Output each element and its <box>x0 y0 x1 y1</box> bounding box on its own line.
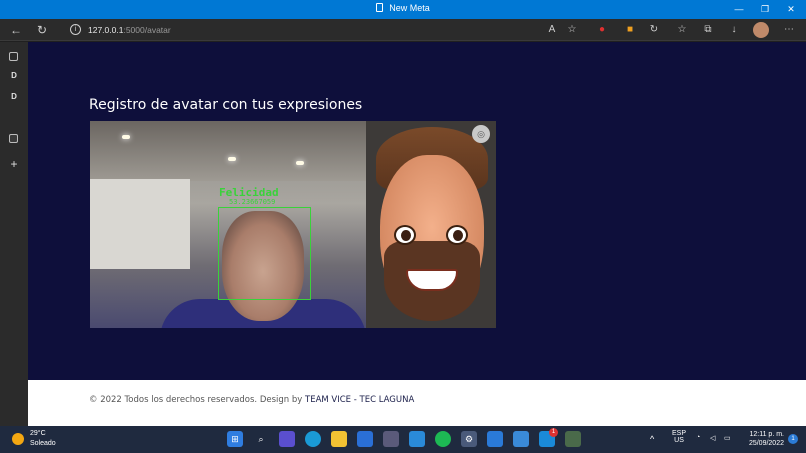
close-button[interactable]: ✕ <box>778 0 804 19</box>
volume-icon[interactable]: ◁ <box>710 434 715 442</box>
spotify-icon[interactable] <box>435 431 451 447</box>
notification-badge[interactable]: 1 <box>788 434 798 444</box>
ceiling <box>90 121 366 181</box>
tray-chevron-icon[interactable]: ^ <box>650 434 654 444</box>
weather-temp[interactable]: 29°C <box>30 430 46 437</box>
footer-copyright: © 2022 Todos los derechos reservados. De… <box>89 395 305 405</box>
store-icon[interactable] <box>383 431 399 447</box>
weather-condition[interactable]: Soleado <box>30 440 56 447</box>
skype-icon[interactable]: 1 <box>539 428 558 447</box>
battery-icon[interactable]: ▭ <box>724 434 731 442</box>
start-icon[interactable]: ⊞ <box>227 431 243 447</box>
language-indicator[interactable]: ESP US <box>672 430 686 444</box>
extension-refresh-icon[interactable]: ↻ <box>646 22 662 38</box>
footer-brand-link[interactable]: TEAM VICE - TEC LAGUNA <box>305 395 414 405</box>
collections-icon[interactable]: ⧉ <box>700 22 716 38</box>
visual-search-icon[interactable]: ◎ <box>472 125 490 143</box>
avatar-image <box>366 121 496 328</box>
url-text[interactable]: 127.0.0.1:5000/avatar <box>88 25 171 35</box>
read-aloud-icon[interactable]: A <box>544 22 560 38</box>
skype-badge: 1 <box>549 428 558 437</box>
weather-sun-icon[interactable] <box>12 433 24 445</box>
page-title: Registro de avatar con tus expresiones <box>89 97 363 113</box>
emotion-confidence: 53.23667059 <box>229 198 276 206</box>
tab-actions-icon[interactable] <box>9 52 18 61</box>
refresh-button[interactable]: ↻ <box>32 21 52 39</box>
search-icon[interactable]: ⌕ <box>253 431 269 447</box>
window-titlebar: New Meta — ❐ ✕ <box>0 0 806 19</box>
url-path: :5000/avatar <box>123 25 171 35</box>
vscode-icon[interactable] <box>409 431 425 447</box>
region-code: US <box>674 437 684 444</box>
more-options-icon[interactable]: ⋯ <box>781 22 797 38</box>
clock[interactable]: 12:11 p. m. 25/09/2022 <box>749 430 784 448</box>
notepad-icon[interactable] <box>487 431 503 447</box>
favorites-icon[interactable]: ☆ <box>674 22 690 38</box>
ceiling-light <box>296 161 304 165</box>
file-explorer-icon[interactable] <box>331 431 347 447</box>
python-icon[interactable] <box>565 431 581 447</box>
footer-text: © 2022 Todos los derechos reservados. De… <box>89 395 414 405</box>
sidebar-tab-active[interactable] <box>9 134 18 143</box>
profile-avatar[interactable] <box>753 22 769 38</box>
mail-icon[interactable] <box>357 431 373 447</box>
url-host: 127.0.0.1 <box>88 25 124 35</box>
extension-red-icon[interactable]: ● <box>594 22 610 38</box>
wifi-icon[interactable]: ◔ <box>696 434 700 441</box>
chat-icon[interactable] <box>279 431 295 447</box>
site-info-icon[interactable]: i <box>70 24 81 35</box>
window-title-text: New Meta <box>389 3 430 13</box>
settings-icon[interactable]: ⚙ <box>461 431 477 447</box>
sidebar-tab-1[interactable]: D <box>6 68 22 84</box>
downloads-icon[interactable]: ↓ <box>726 22 742 38</box>
browser-sidebar: D D + <box>0 42 28 426</box>
page-footer: © 2022 Todos los derechos reservados. De… <box>28 380 806 426</box>
clock-date: 25/09/2022 <box>748 440 784 447</box>
ceiling-light <box>228 157 236 161</box>
window-title: New Meta <box>0 3 806 13</box>
back-button[interactable]: ← <box>6 21 26 39</box>
language-code: ESP <box>672 430 687 437</box>
page-content: Registro de avatar con tus expresiones F… <box>28 42 806 426</box>
new-tab-button[interactable]: + <box>6 156 22 172</box>
extension-orange-icon[interactable]: ■ <box>622 22 638 38</box>
photos-icon[interactable] <box>513 431 529 447</box>
address-bar[interactable]: i 127.0.0.1:5000/avatar <box>58 21 593 39</box>
ceiling-light <box>122 135 130 139</box>
avatar-eye-right <box>446 225 468 245</box>
maximize-button[interactable]: ❐ <box>752 0 778 19</box>
sidebar-tab-2[interactable]: D <box>6 89 22 105</box>
edge-icon[interactable] <box>305 431 321 447</box>
windows-taskbar: 29°C Soleado ⊞ ⌕ ⚙ 1 ^ ESP US ◔ ◁ ▭ 12:1… <box>0 426 806 453</box>
browser-toolbar: ← ↻ i 127.0.0.1:5000/avatar A ☆ ● ■ ↻ ☆ … <box>0 19 806 41</box>
clock-time: 12:11 p. m. <box>749 431 784 438</box>
face-detection-box <box>218 207 311 300</box>
projector-screen <box>90 179 190 269</box>
minimize-button[interactable]: — <box>726 0 752 19</box>
favorite-add-icon[interactable]: ☆ <box>564 22 580 38</box>
camera-feed: Felicidad 53.23667059 <box>90 121 366 328</box>
document-icon <box>376 3 384 12</box>
avatar-eye-left <box>394 225 416 245</box>
